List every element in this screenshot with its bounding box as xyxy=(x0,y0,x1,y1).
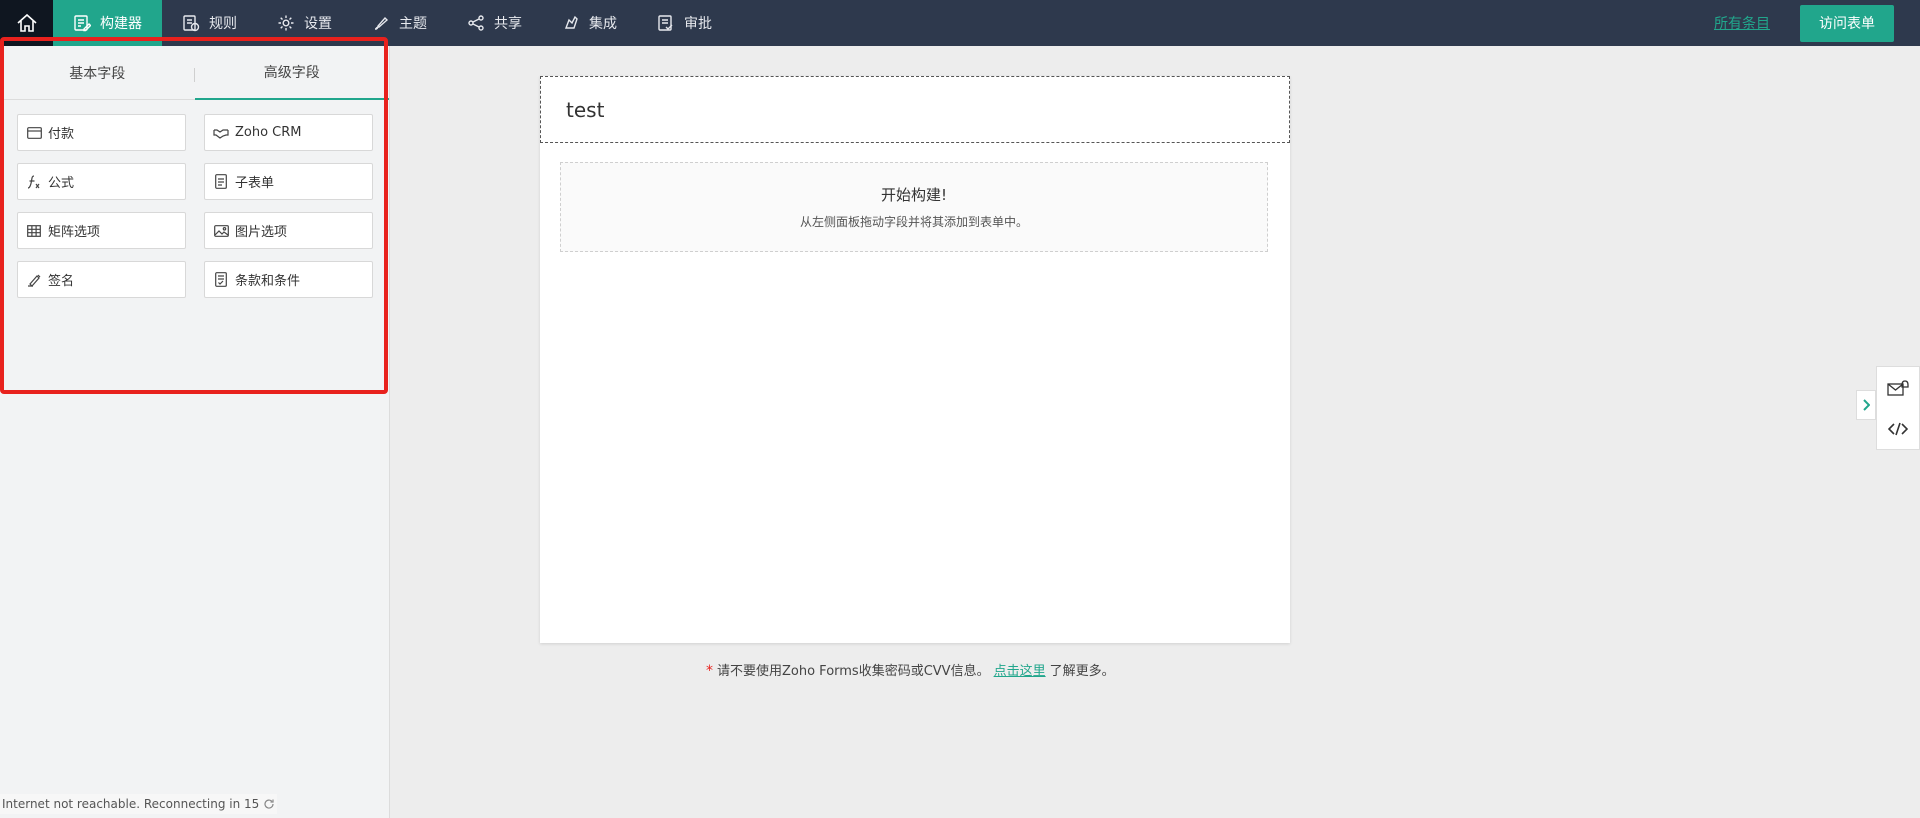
image-icon xyxy=(213,223,229,239)
main-nav: 构建器 规则 设置 主题 共享 集成 审批 xyxy=(53,0,732,46)
handshake-icon xyxy=(213,125,229,141)
embed-code-button[interactable] xyxy=(1883,414,1913,444)
tab-advanced-fields[interactable]: 高级字段 xyxy=(194,46,389,100)
nav-settings-label: 设置 xyxy=(304,16,332,32)
nav-integrations[interactable]: 集成 xyxy=(542,0,637,46)
brush-icon xyxy=(374,16,389,30)
code-icon xyxy=(1888,422,1908,435)
field-tabs: 基本字段 高级字段 xyxy=(0,46,389,100)
nav-builder-label: 构建器 xyxy=(100,16,142,32)
field-label: 图片选项 xyxy=(235,225,288,240)
home-button[interactable] xyxy=(0,0,53,46)
required-asterisk: * xyxy=(706,663,713,679)
terms-icon xyxy=(213,272,229,288)
chevron-right-icon xyxy=(1863,399,1870,411)
builder-icon xyxy=(74,15,91,32)
notice-text-after: 了解更多。 xyxy=(1049,664,1115,679)
nav-approval-label: 审批 xyxy=(684,16,712,32)
card-icon xyxy=(26,125,42,141)
matrix-icon xyxy=(26,223,42,239)
home-icon xyxy=(16,13,37,32)
refresh-icon xyxy=(264,799,274,809)
field-label: 公式 xyxy=(48,176,75,191)
nav-share-label: 共享 xyxy=(494,16,522,32)
advanced-field-list: 付款 Zoho CRM 公式 子表单 矩阵选项 图片选项 签名 条款和条件 xyxy=(0,100,389,298)
email-notify-button[interactable] xyxy=(1883,373,1913,403)
formula-icon xyxy=(26,174,42,190)
integration-icon xyxy=(564,15,578,29)
drop-zone-subtitle: 从左侧面板拖动字段并将其添加到表单中。 xyxy=(799,215,1028,229)
gear-icon xyxy=(278,15,294,31)
field-subform[interactable]: 子表单 xyxy=(204,163,373,200)
status-text: Internet not reachable. Reconnecting in … xyxy=(2,797,260,811)
drop-zone-title: 开始构建! xyxy=(880,186,947,204)
approval-icon xyxy=(658,15,673,31)
nav-rules-label: 规则 xyxy=(209,16,237,32)
field-image-choice[interactable]: 图片选项 xyxy=(204,212,373,249)
nav-builder[interactable]: 构建器 xyxy=(53,0,162,46)
top-navigation-bar: 构建器 规则 设置 主题 共享 集成 审批 所有条目 访问表单 xyxy=(0,0,1920,46)
form-title[interactable]: test xyxy=(540,76,1290,143)
nav-rules[interactable]: 规则 xyxy=(162,0,257,46)
field-payment[interactable]: 付款 xyxy=(17,114,186,151)
form-canvas: test 开始构建! 从左侧面板拖动字段并将其添加到表单中。 xyxy=(540,76,1290,643)
field-zoho-crm[interactable]: Zoho CRM xyxy=(204,114,373,151)
visit-form-button[interactable]: 访问表单 xyxy=(1800,4,1894,42)
envelope-bell-icon xyxy=(1887,379,1909,396)
side-panel-toggle[interactable] xyxy=(1856,390,1876,420)
learn-more-link[interactable]: 点击这里 xyxy=(994,664,1046,679)
nav-settings[interactable]: 设置 xyxy=(257,0,352,46)
all-entries-link[interactable]: 所有条目 xyxy=(1714,13,1770,33)
nav-approval[interactable]: 审批 xyxy=(637,0,732,46)
share-icon xyxy=(468,15,484,31)
tab-basic-fields[interactable]: 基本字段 xyxy=(0,46,195,99)
field-label: 付款 xyxy=(48,127,75,142)
field-matrix-choice[interactable]: 矩阵选项 xyxy=(17,212,186,249)
side-tools xyxy=(1876,366,1920,450)
topbar-actions: 所有条目 访问表单 xyxy=(1714,4,1920,42)
nav-themes[interactable]: 主题 xyxy=(352,0,447,46)
notice-text: 请不要使用Zoho Forms收集密码或CVV信息。 xyxy=(717,664,990,679)
tab-divider xyxy=(194,68,195,82)
field-label: Zoho CRM xyxy=(235,125,302,140)
field-formula[interactable]: 公式 xyxy=(17,163,186,200)
field-drop-zone[interactable]: 开始构建! 从左侧面板拖动字段并将其添加到表单中。 xyxy=(560,162,1268,252)
nav-share[interactable]: 共享 xyxy=(447,0,542,46)
field-label: 矩阵选项 xyxy=(48,225,101,240)
field-terms-conditions[interactable]: 条款和条件 xyxy=(204,261,373,298)
field-label: 签名 xyxy=(48,274,75,289)
nav-integrations-label: 集成 xyxy=(589,16,617,32)
field-signature[interactable]: 签名 xyxy=(17,261,186,298)
nav-themes-label: 主题 xyxy=(399,16,427,32)
security-notice: * 请不要使用Zoho Forms收集密码或CVV信息。 点击这里 了解更多。 xyxy=(706,660,1115,679)
rules-icon xyxy=(183,15,200,32)
field-panel: 基本字段 高级字段 付款 Zoho CRM 公式 子表单 矩阵选项 图片选项 签… xyxy=(0,46,390,818)
field-label: 条款和条件 xyxy=(235,274,301,289)
subform-icon xyxy=(213,174,229,190)
field-label: 子表单 xyxy=(235,176,275,191)
pen-icon xyxy=(26,272,42,288)
connection-status: Internet not reachable. Reconnecting in … xyxy=(0,794,278,814)
